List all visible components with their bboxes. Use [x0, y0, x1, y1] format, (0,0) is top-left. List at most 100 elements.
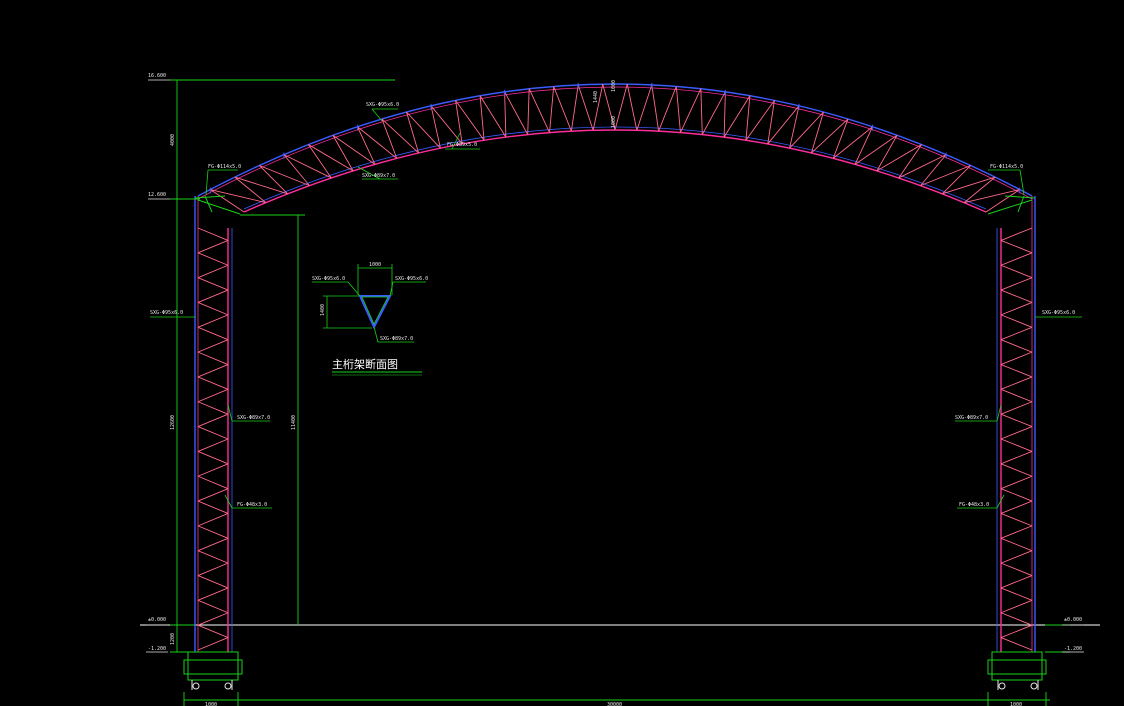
- cad-drawing-canvas: 16.600 12.600 ±0.000 -1.200 ±0.000 -1.20…: [140, 73, 1100, 706]
- column-web-member: [197, 550, 229, 564]
- column-web-member: [197, 227, 229, 241]
- column-web-member: [197, 587, 229, 601]
- column-web-member: [1000, 475, 1033, 490]
- roof-web-member: [898, 154, 947, 179]
- roof-web-member: [283, 154, 310, 186]
- dim-base-right: 1000: [1010, 702, 1022, 706]
- column-web-member: [1000, 339, 1033, 353]
- column-web-member: [197, 351, 229, 365]
- roof-web-member: [985, 189, 1020, 213]
- column-web-member: [197, 537, 229, 552]
- dimension-lines: [170, 79, 1070, 706]
- column-web-member: [1000, 624, 1033, 639]
- roof-web-member: [479, 95, 507, 138]
- label-left-web: FG-Φ48x3.0: [237, 502, 267, 508]
- roof-web-member: [455, 100, 485, 141]
- column-web-member: [1000, 575, 1033, 589]
- roof-web-member: [745, 95, 751, 141]
- label-left-outer-chord: SXG-Φ95x6.0: [150, 310, 183, 316]
- roof-web-member: [308, 144, 332, 179]
- roof-truss: [197, 82, 1033, 213]
- column-web-member: [1000, 537, 1033, 552]
- roof-web-member: [636, 84, 653, 131]
- column-web-member: [1000, 413, 1033, 428]
- roof-top-chord-inner: [197, 86, 1033, 200]
- column-web-member: [197, 239, 229, 254]
- section-label-top-left: SXG-Φ95x6.0: [312, 276, 345, 282]
- column-web-member: [197, 277, 229, 291]
- roof-web-member: [553, 86, 572, 132]
- elevation-base-right: -1.200: [1064, 646, 1082, 652]
- column-web-member: [197, 413, 229, 428]
- column-web-member: [1000, 401, 1033, 415]
- column-web-member: [1000, 525, 1033, 539]
- column-web-member: [197, 401, 229, 415]
- column-web-member: [1000, 239, 1033, 254]
- roof-web-member: [700, 88, 703, 135]
- roof-web-member: [570, 84, 579, 132]
- column-web-member: [1000, 612, 1033, 626]
- dim-span-total: 30000: [607, 702, 622, 706]
- dim-crown-depth: 1440: [593, 91, 599, 103]
- roof-top-chord: [197, 83, 1033, 197]
- column-web-member: [197, 525, 229, 539]
- roof-bottom-chord: [243, 129, 987, 213]
- roof-web-member: [920, 154, 947, 186]
- column-web-member: [1000, 302, 1033, 316]
- dim-crown-gap: 1000: [611, 80, 617, 92]
- section-title: 主桁架断面图: [332, 357, 398, 371]
- column-web-member: [197, 438, 229, 452]
- roof-web-member: [577, 84, 594, 131]
- roof-web-member: [658, 86, 677, 132]
- column-web-member: [1000, 550, 1033, 564]
- elevation-base-left: -1.200: [148, 646, 166, 652]
- column-web-member: [197, 252, 229, 266]
- roof-web-member: [504, 91, 507, 138]
- label-left-inner-chord: SXG-Φ89x7.0: [237, 415, 270, 421]
- right-knee-brace: [987, 195, 1036, 215]
- roof-web-member: [528, 88, 550, 133]
- roof-web-member: [723, 91, 726, 138]
- dim-depth-base: 1200: [170, 633, 176, 645]
- column-web-member: [197, 599, 229, 614]
- column-web-member: [1000, 277, 1033, 291]
- column-web-member: [197, 475, 229, 490]
- roof-web-member: [479, 95, 485, 141]
- dim-height-column: 12600: [170, 415, 176, 430]
- column-web-member: [197, 314, 229, 328]
- roof-web-member: [745, 100, 775, 141]
- column-web-member: [1000, 376, 1033, 390]
- column-web-member: [197, 326, 229, 341]
- roof-web-member: [811, 118, 849, 154]
- label-right-web: FG-Φ48x3.0: [959, 502, 989, 508]
- column-web-member: [1000, 426, 1033, 440]
- label-right-outer-chord: SXG-Φ95x6.0: [1042, 310, 1075, 316]
- column-web-member: [1000, 450, 1033, 465]
- roof-web-member: [898, 144, 922, 179]
- column-web-member: [197, 289, 229, 303]
- column-web-member: [1000, 438, 1033, 452]
- column-web-member: [197, 376, 229, 390]
- roof-web-member: [701, 91, 726, 135]
- column-web-member: [1000, 227, 1033, 241]
- roof-web-member: [675, 86, 681, 133]
- roof-web-member: [283, 154, 332, 179]
- left-base-footing: [183, 651, 243, 690]
- left-column-truss: [194, 196, 233, 652]
- right-base-footing: [987, 651, 1047, 690]
- elevation-ground-right: ±0.000: [1064, 617, 1082, 623]
- column-web-member: [197, 624, 229, 639]
- column-web-member: [197, 463, 229, 477]
- label-roof-bottom-chord: FG-Φ89x5.0: [447, 142, 477, 148]
- column-web-member: [197, 562, 229, 576]
- roof-web-member: [308, 144, 354, 172]
- column-web-member: [1000, 351, 1033, 365]
- roof-web-member: [876, 144, 922, 172]
- roof-web-member: [680, 88, 702, 133]
- column-web-member: [197, 302, 229, 316]
- roof-web-member: [549, 86, 555, 133]
- roof-web-member: [651, 84, 660, 132]
- column-web-member: [197, 388, 229, 403]
- label-roof-inner: SXG-Φ89x7.0: [362, 173, 395, 179]
- section-width: 1000: [369, 262, 381, 268]
